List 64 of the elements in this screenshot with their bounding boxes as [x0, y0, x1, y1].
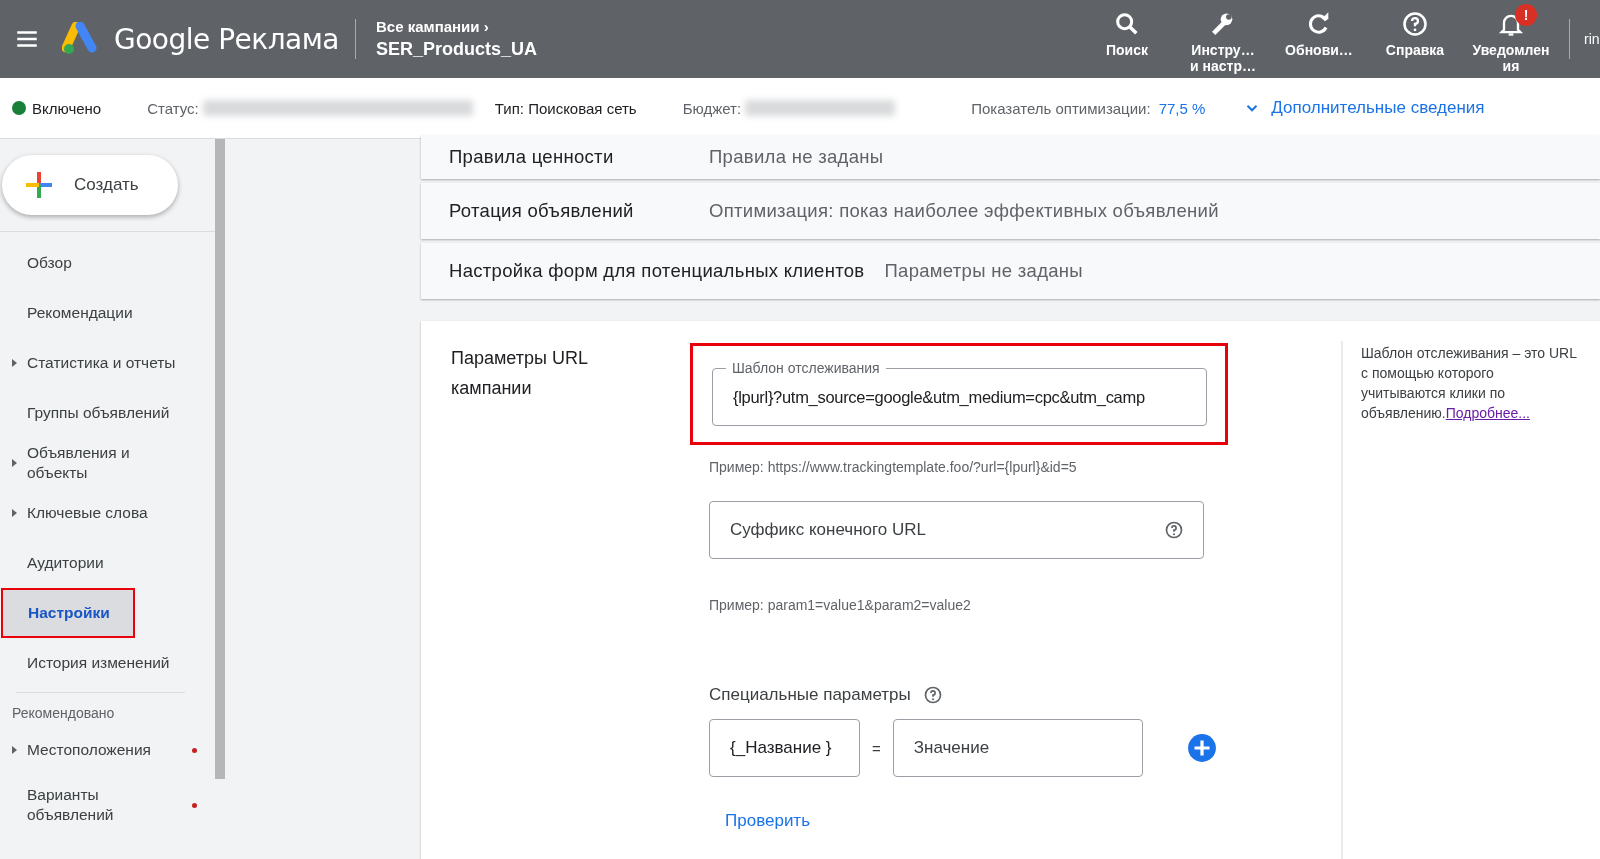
nav-item[interactable]: Настройки	[1, 588, 135, 638]
details-toggle[interactable]: Дополнительные сведения	[1237, 97, 1491, 119]
campaign-name: SER_Products_UA	[376, 39, 538, 60]
settings-row[interactable]: Правила ценности Правила не заданы	[421, 135, 1600, 179]
product-name: Google Реклама	[114, 22, 339, 56]
help-icon[interactable]	[922, 685, 943, 705]
nav-item[interactable]: Объявления и объекты	[0, 438, 215, 488]
equals-sign: =	[872, 739, 881, 757]
expand-icon	[12, 459, 17, 467]
example-text: Пример: param1=value1&param2=value2	[709, 597, 972, 613]
nav-item[interactable]: Группы объявлений	[0, 388, 215, 438]
help-text: объявлению.	[1361, 405, 1446, 421]
param-value-field[interactable]: Значение	[892, 719, 1143, 777]
example-text: Пример: https://www.trackingtemplate.foo/?url={lpurl}&id=5	[709, 459, 1078, 475]
card-title: Параметры URL кампании	[450, 347, 589, 400]
status-dot-icon	[12, 101, 26, 115]
plus-icon	[24, 170, 54, 200]
row-label: Настройка форм для потенциальных клиентов	[449, 260, 865, 282]
nav-item[interactable]: Ключевые слова	[0, 488, 215, 538]
toolbar-button[interactable]: Поиск	[1079, 4, 1175, 74]
settings-row[interactable]: Настройка форм для потенциальных клиентов Параметры не заданы	[421, 243, 1600, 299]
help-text: учитываются клики по	[1361, 385, 1506, 401]
nav-item[interactable]: Аудитории	[0, 538, 215, 588]
help-icon	[1401, 10, 1429, 38]
help-icon[interactable]	[1164, 520, 1184, 540]
status-label: Статус:	[147, 99, 199, 117]
row-value: Правила не заданы	[709, 146, 884, 168]
score-label: Показатель оптимизации:	[971, 99, 1151, 117]
expand-icon	[12, 509, 17, 517]
expand-icon	[12, 359, 17, 367]
row-label: Ротация объявлений	[449, 200, 635, 222]
suffix-field[interactable]: Суффикс конечного URL	[709, 501, 1204, 559]
account-name[interactable]: rin	[1584, 31, 1600, 47]
toolbar-button[interactable]: Обнови…	[1271, 4, 1367, 74]
toolbar-button[interactable]: Инстру… и настр…	[1175, 4, 1271, 74]
add-icon[interactable]	[1186, 733, 1217, 763]
nav-item[interactable]: История изменений	[0, 638, 215, 688]
create-button[interactable]: Создать	[2, 155, 178, 215]
nav-item[interactable]: Обзор	[0, 238, 215, 288]
nav-item[interactable]: Варианты объявлений	[0, 775, 215, 835]
nav-item[interactable]: Статистика и отчеты	[0, 338, 215, 388]
breadcrumb-link[interactable]: Все кампании ›	[376, 18, 538, 35]
expand-icon	[12, 746, 17, 754]
campaign-type: Тип: Поисковая сеть	[494, 99, 637, 117]
alert-badge: !	[1515, 4, 1537, 26]
row-value: Параметры не заданы	[884, 260, 1083, 282]
campaign-state: Включено	[32, 99, 102, 117]
check-link[interactable]: Проверить	[725, 811, 811, 831]
row-value: Оптимизация: показ наиболее эффективных объявлений	[709, 200, 1219, 222]
custom-params-label: Специальные параметры	[709, 685, 911, 705]
settings-row[interactable]: Ротация объявлений Оптимизация: показ наиболее эффективных объявлений	[421, 183, 1600, 239]
scrollbar-thumb[interactable]	[215, 139, 225, 779]
toolbar-button[interactable]: Справка	[1367, 4, 1463, 74]
nav-item[interactable]: Местоположения	[0, 725, 215, 775]
param-name-field[interactable]: {_Название }	[709, 719, 860, 777]
budget-label: Бюджет:	[682, 99, 742, 117]
help-text: с помощью которого	[1361, 365, 1494, 381]
section-heading: Рекомендовано	[11, 704, 116, 723]
help-text: Шаблон отслеживания – это URL	[1361, 345, 1577, 361]
toolbar-button[interactable]: ! Уведомлен ия	[1463, 4, 1559, 74]
score-value: 77,5 %	[1158, 99, 1206, 117]
row-label: Правила ценности	[449, 146, 615, 168]
nav-item[interactable]: Рекомендации	[0, 288, 215, 338]
learn-more-link[interactable]: Подробнее...	[1445, 405, 1530, 421]
